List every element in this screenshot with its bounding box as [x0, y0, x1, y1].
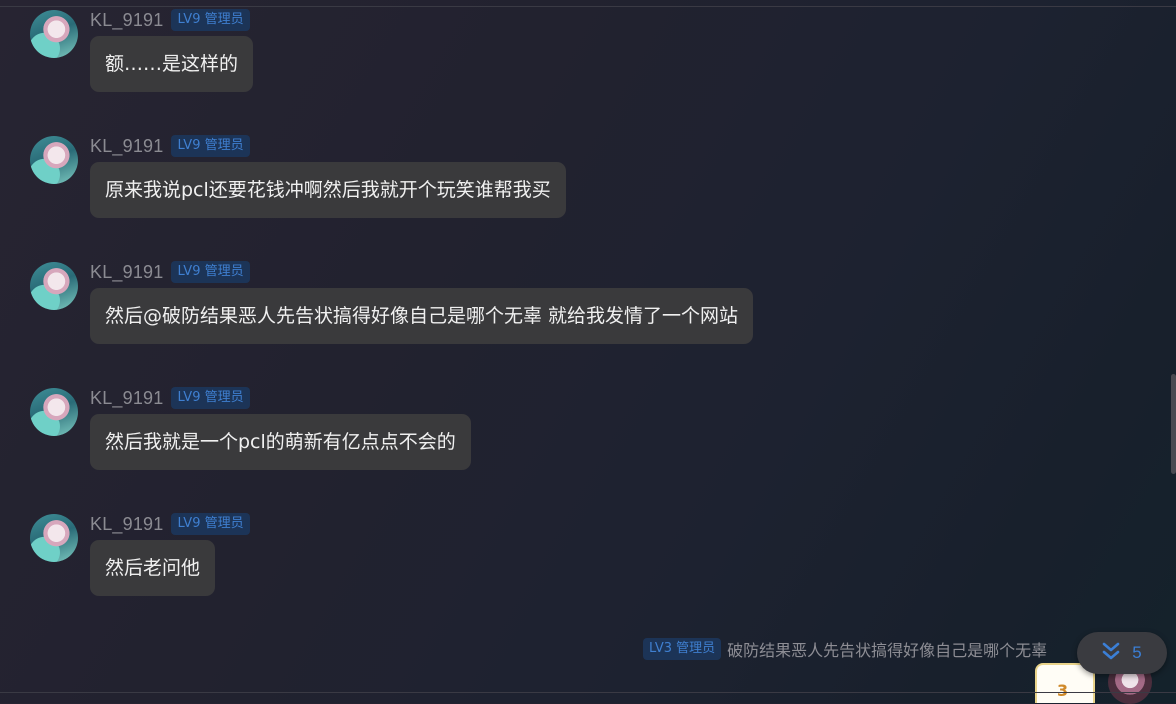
avatar[interactable]	[30, 262, 78, 310]
username[interactable]: KL_9191	[90, 136, 163, 157]
top-divider	[0, 6, 1176, 7]
avatar[interactable]	[30, 10, 78, 58]
avatar[interactable]	[30, 514, 78, 562]
level-badge: LV3 管理员	[643, 638, 722, 660]
jump-to-new-button[interactable]: 5	[1077, 632, 1167, 674]
message-header: KL_9191 LV9 管理员	[90, 512, 250, 536]
message-bubble[interactable]: 然后我就是一个pcl的萌新有亿点点不会的	[90, 414, 471, 470]
new-message-count: 5	[1132, 643, 1142, 662]
avatar[interactable]	[30, 136, 78, 184]
message-bubble[interactable]: 然后@破防结果恶人先告状搞得好像自己是哪个无辜 就给我发情了一个网站	[90, 288, 754, 344]
message-bubble[interactable]: 原来我说pcl还要花钱冲啊然后我就开个玩笑谁帮我买	[90, 162, 566, 218]
double-chevron-down-icon	[1102, 641, 1120, 665]
username[interactable]: KL_9191	[90, 262, 163, 283]
message-header: KL_9191 LV9 管理员	[90, 8, 250, 32]
message-bubble[interactable]: 然后老问他	[90, 540, 216, 596]
level-badge: LV9 管理员	[171, 387, 250, 409]
level-badge: LV9 管理员	[171, 261, 250, 283]
reply-preview[interactable]: LV3 管理员 破防结果恶人先告状搞得好像自己是哪个无辜	[643, 637, 1047, 661]
level-badge: LV9 管理员	[171, 9, 250, 31]
username[interactable]: KL_9191	[90, 10, 163, 31]
level-badge: LV9 管理员	[171, 135, 250, 157]
message-header: KL_9191 LV9 管理员	[90, 386, 250, 410]
message-bubble[interactable]: 额……是这样的	[90, 36, 254, 92]
avatar[interactable]	[30, 388, 78, 436]
reply-preview-text: 破防结果恶人先告状搞得好像自己是哪个无辜	[727, 641, 1048, 660]
pinned-card-text: 3	[1057, 681, 1069, 700]
username[interactable]: KL_9191	[90, 514, 163, 535]
message-header: KL_9191 LV9 管理员	[90, 260, 250, 284]
bottom-divider	[0, 692, 1176, 693]
message-header: KL_9191 LV9 管理员	[90, 134, 250, 158]
level-badge: LV9 管理员	[171, 513, 250, 535]
username[interactable]: KL_9191	[90, 388, 163, 409]
scrollbar[interactable]	[1171, 374, 1176, 474]
